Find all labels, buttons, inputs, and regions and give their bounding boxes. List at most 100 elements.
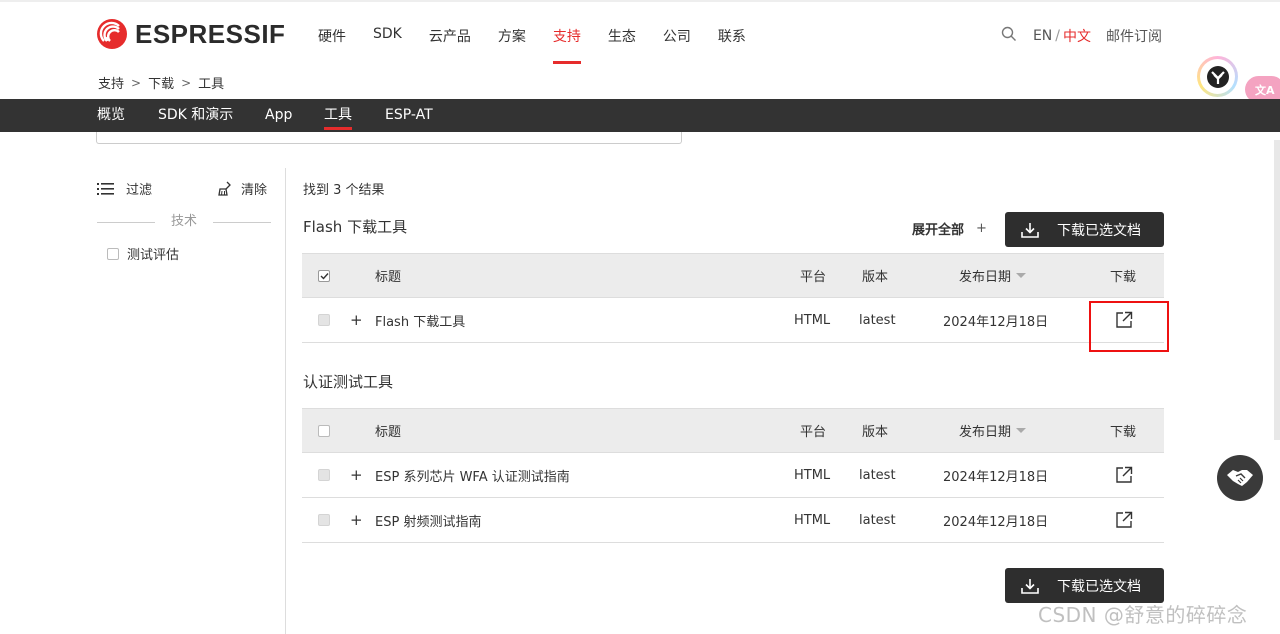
row-version: latest <box>859 512 896 528</box>
brand-logo[interactable]: ESPRESSIF <box>96 18 285 50</box>
chevron-right-icon: > <box>131 75 142 90</box>
breadcrumb-download[interactable]: 下载 <box>148 73 174 92</box>
brand-name: ESPRESSIF <box>135 18 286 49</box>
facet-checkbox[interactable] <box>107 247 119 260</box>
results-count: 找到 3 个结果 <box>303 183 385 198</box>
lang-zh-link[interactable]: 中文 <box>1063 26 1091 46</box>
filter-toggle[interactable]: 过滤 <box>97 179 152 198</box>
document-search-input[interactable] <box>96 132 682 144</box>
lang-en-link[interactable]: EN <box>1033 28 1052 44</box>
table-row: + Flash 下载工具 HTML latest 2024年12月18日 <box>302 298 1164 343</box>
col-date-sort[interactable]: 发布日期 <box>959 409 1027 452</box>
col-title: 标题 <box>375 270 402 285</box>
col-download: 下载 <box>1110 270 1137 285</box>
col-platform: 平台 <box>800 270 827 285</box>
row-checkbox[interactable] <box>318 469 330 481</box>
row-version: latest <box>859 467 896 483</box>
plus-icon: + <box>976 221 987 236</box>
row-date: 2024年12月18日 <box>943 514 1049 530</box>
row-version: latest <box>859 312 896 328</box>
col-platform: 平台 <box>800 425 827 440</box>
subnav-tools[interactable]: 工具 <box>324 99 352 132</box>
col-date-sort[interactable]: 发布日期 <box>959 254 1027 297</box>
table-row: + ESP 射频测试指南 HTML latest 2024年12月18日 <box>302 498 1164 543</box>
col-download: 下载 <box>1110 425 1137 440</box>
annotation-highlight-box <box>1089 301 1169 352</box>
nav-item-company[interactable]: 公司 <box>663 26 691 64</box>
nav-item-support[interactable]: 支持 <box>552 26 581 64</box>
nav-item-contact[interactable]: 联系 <box>718 26 746 64</box>
assistant-logo-icon <box>1206 65 1229 88</box>
row-checkbox[interactable] <box>318 514 330 526</box>
download-selected-button[interactable]: 下载已选文档 <box>1005 212 1164 247</box>
sidebar-divider <box>285 168 286 634</box>
row-platform: HTML <box>794 467 831 483</box>
subnav-esp-at[interactable]: ESP-AT <box>385 99 433 132</box>
row-date: 2024年12月18日 <box>943 469 1049 485</box>
breadcrumb-tools: 工具 <box>198 77 225 92</box>
row-title[interactable]: Flash 下载工具 <box>375 298 465 342</box>
group-title-certification: 认证测试工具 <box>303 373 394 391</box>
subnav-app[interactable]: App <box>265 99 292 132</box>
espressif-logo-icon <box>97 19 127 49</box>
external-link-icon[interactable] <box>1115 498 1133 542</box>
scrollbar[interactable] <box>1274 140 1280 440</box>
nav-item-ecosystem[interactable]: 生态 <box>608 26 636 64</box>
expand-all-button[interactable]: 展开全部 + <box>912 219 987 238</box>
breadcrumb: 支持 > 下载 > 工具 <box>98 73 225 93</box>
list-icon <box>97 182 114 195</box>
partner-handshake-button[interactable] <box>1217 455 1263 501</box>
watermark-text: CSDN @舒意的碎碎念 <box>1038 603 1248 627</box>
sub-nav: 概览 SDK 和演示 App 工具 ESP-AT <box>0 99 1280 132</box>
handshake-icon <box>1227 470 1253 486</box>
expand-row-icon[interactable]: + <box>350 453 363 497</box>
results-table-flash: 标题 平台 版本 发布日期 下载 + Flash 下载工具 HTML lates… <box>302 253 1164 343</box>
clear-label: 清除 <box>241 183 268 198</box>
breadcrumb-support[interactable]: 支持 <box>98 73 124 92</box>
facet-group-heading: 技术 <box>97 212 271 232</box>
lang-separator: / <box>1055 28 1060 44</box>
nav-item-cloud[interactable]: 云产品 <box>429 26 471 64</box>
col-version: 版本 <box>862 425 889 440</box>
download-icon <box>1021 578 1039 594</box>
facet-test-evaluation[interactable]: 测试评估 <box>107 244 179 263</box>
sort-down-icon <box>1016 428 1027 433</box>
row-title[interactable]: ESP 射频测试指南 <box>375 498 481 542</box>
col-title: 标题 <box>375 425 402 440</box>
subnav-sdk-demo[interactable]: SDK 和演示 <box>158 99 233 132</box>
table-header: 标题 平台 版本 发布日期 下载 <box>302 408 1164 453</box>
group-title-flash: Flash 下载工具 <box>303 218 408 236</box>
clear-filters-button[interactable]: 清除 <box>217 179 267 198</box>
row-checkbox[interactable] <box>318 314 330 326</box>
nav-item-sdk[interactable]: SDK <box>373 26 402 64</box>
download-selected-button-bottom[interactable]: 下载已选文档 <box>1005 568 1164 603</box>
col-version: 版本 <box>862 270 889 285</box>
subscribe-link[interactable]: 邮件订阅 <box>1106 26 1162 46</box>
search-icon[interactable] <box>1001 26 1017 46</box>
select-all-checkbox[interactable] <box>318 424 330 437</box>
nav-item-hardware[interactable]: 硬件 <box>318 26 346 64</box>
nav-item-solutions[interactable]: 方案 <box>498 26 526 64</box>
sort-down-icon <box>1016 273 1027 278</box>
download-icon <box>1021 222 1039 238</box>
main-nav: 硬件 SDK 云产品 方案 支持 生态 公司 联系 <box>318 26 773 64</box>
site-header: ESPRESSIF 硬件 SDK 云产品 方案 支持 生态 公司 联系 EN /… <box>0 0 1280 68</box>
check-icon <box>320 272 329 280</box>
select-all-checkbox[interactable] <box>318 269 330 282</box>
facet-label: 测试评估 <box>127 248 180 263</box>
row-platform: HTML <box>794 512 831 528</box>
row-title[interactable]: ESP 系列芯片 WFA 认证测试指南 <box>375 453 570 497</box>
results-table-certification: 标题 平台 版本 发布日期 下载 + ESP 系列芯片 WFA 认证测试指南 H… <box>302 408 1164 543</box>
broom-icon <box>218 181 231 196</box>
table-row: + ESP 系列芯片 WFA 认证测试指南 HTML latest 2024年1… <box>302 453 1164 498</box>
filter-label: 过滤 <box>126 183 153 198</box>
expand-row-icon[interactable]: + <box>350 498 363 542</box>
expand-row-icon[interactable]: + <box>350 298 363 342</box>
assistant-extension-badge[interactable] <box>1197 56 1238 97</box>
header-utilities: EN / 中文 邮件订阅 <box>1001 26 1162 46</box>
row-date: 2024年12月18日 <box>943 314 1049 330</box>
chevron-right-icon: > <box>181 75 192 90</box>
row-platform: HTML <box>794 312 831 328</box>
external-link-icon[interactable] <box>1115 453 1133 497</box>
subnav-overview[interactable]: 概览 <box>97 99 125 132</box>
